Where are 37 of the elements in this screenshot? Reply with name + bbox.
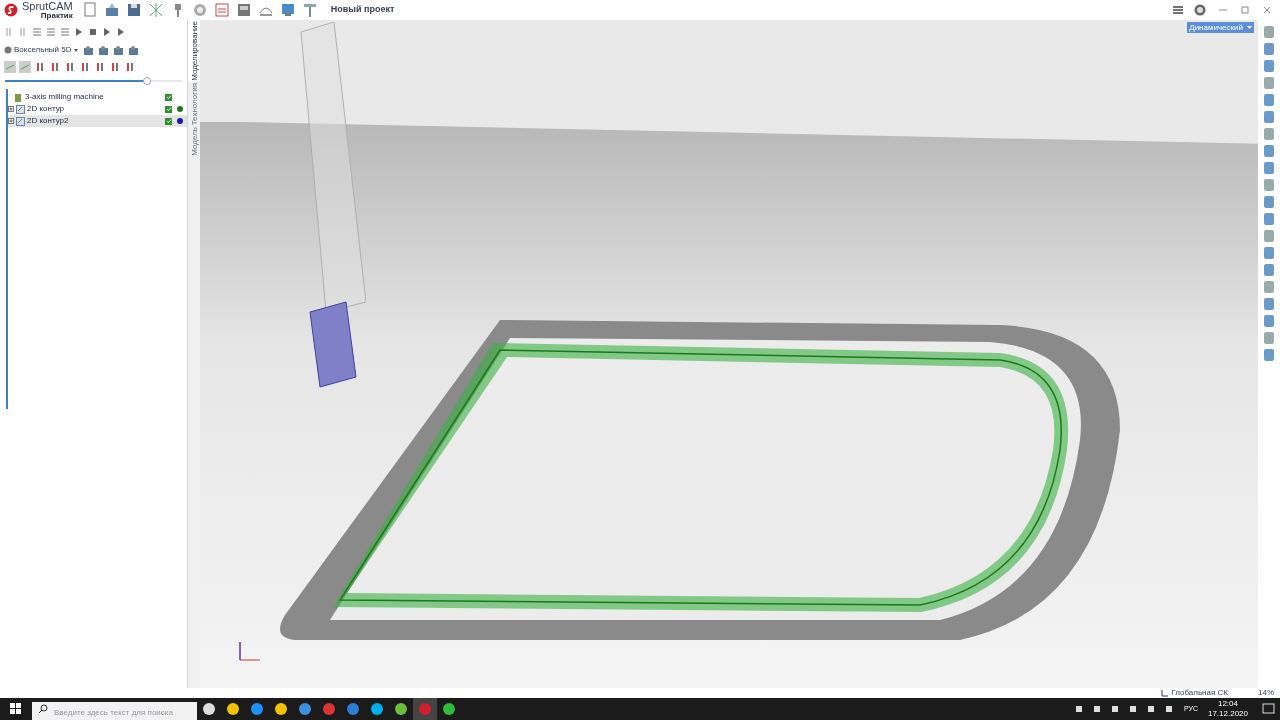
tree-item[interactable]: 3-axis milling machine	[8, 91, 187, 103]
tree-item-label: 2D контур	[27, 103, 66, 115]
tree-item-label: 3-axis milling machine	[25, 91, 105, 103]
tree-item[interactable]: 2D контур	[8, 103, 187, 115]
project-title: Новый проект	[330, 3, 395, 17]
nc-program-icon[interactable]	[212, 1, 231, 19]
clock-date[interactable]: 17.12.2020	[1207, 710, 1248, 718]
maximize-icon[interactable]	[1240, 5, 1250, 15]
caret-icon	[1247, 25, 1252, 30]
logo-edition: Практик	[40, 11, 73, 20]
search-field[interactable]: Введите здесь текст для поиска	[32, 701, 197, 720]
side-tab[interactable]: Моделирование	[188, 20, 200, 82]
expand-icon[interactable]	[8, 106, 14, 112]
operation-icon	[16, 104, 25, 114]
tree-item-label: 2D контур2	[27, 115, 70, 127]
axis-icon	[1161, 689, 1170, 697]
side-tab[interactable]: Модель	[188, 126, 200, 157]
stop-icon[interactable]	[88, 27, 98, 37]
checkbox[interactable]	[165, 93, 172, 101]
checkbox[interactable]	[165, 117, 172, 125]
operation-icon	[16, 116, 25, 126]
menu-icon[interactable]	[1172, 4, 1184, 16]
search-icon	[38, 704, 48, 714]
checkbox[interactable]	[165, 105, 172, 113]
coordinate-system-label: Глобальная СК	[1171, 689, 1228, 697]
caret-icon	[73, 47, 80, 53]
play-icon[interactable]	[116, 27, 126, 37]
clock-time[interactable]: 12:04	[1217, 700, 1238, 708]
machine-icon	[14, 92, 23, 102]
logo-name: SprutCAM	[22, 0, 73, 12]
side-tab[interactable]: Технология	[188, 81, 200, 127]
mode-dropdown[interactable]: Воксельный 5D	[4, 44, 80, 56]
tree-item[interactable]: 2D контур2	[8, 115, 187, 127]
expand-icon[interactable]	[8, 118, 14, 124]
slider-thumb[interactable]	[142, 77, 151, 85]
close-icon[interactable]	[1262, 5, 1272, 15]
zoom-level: 14%	[1258, 689, 1274, 697]
